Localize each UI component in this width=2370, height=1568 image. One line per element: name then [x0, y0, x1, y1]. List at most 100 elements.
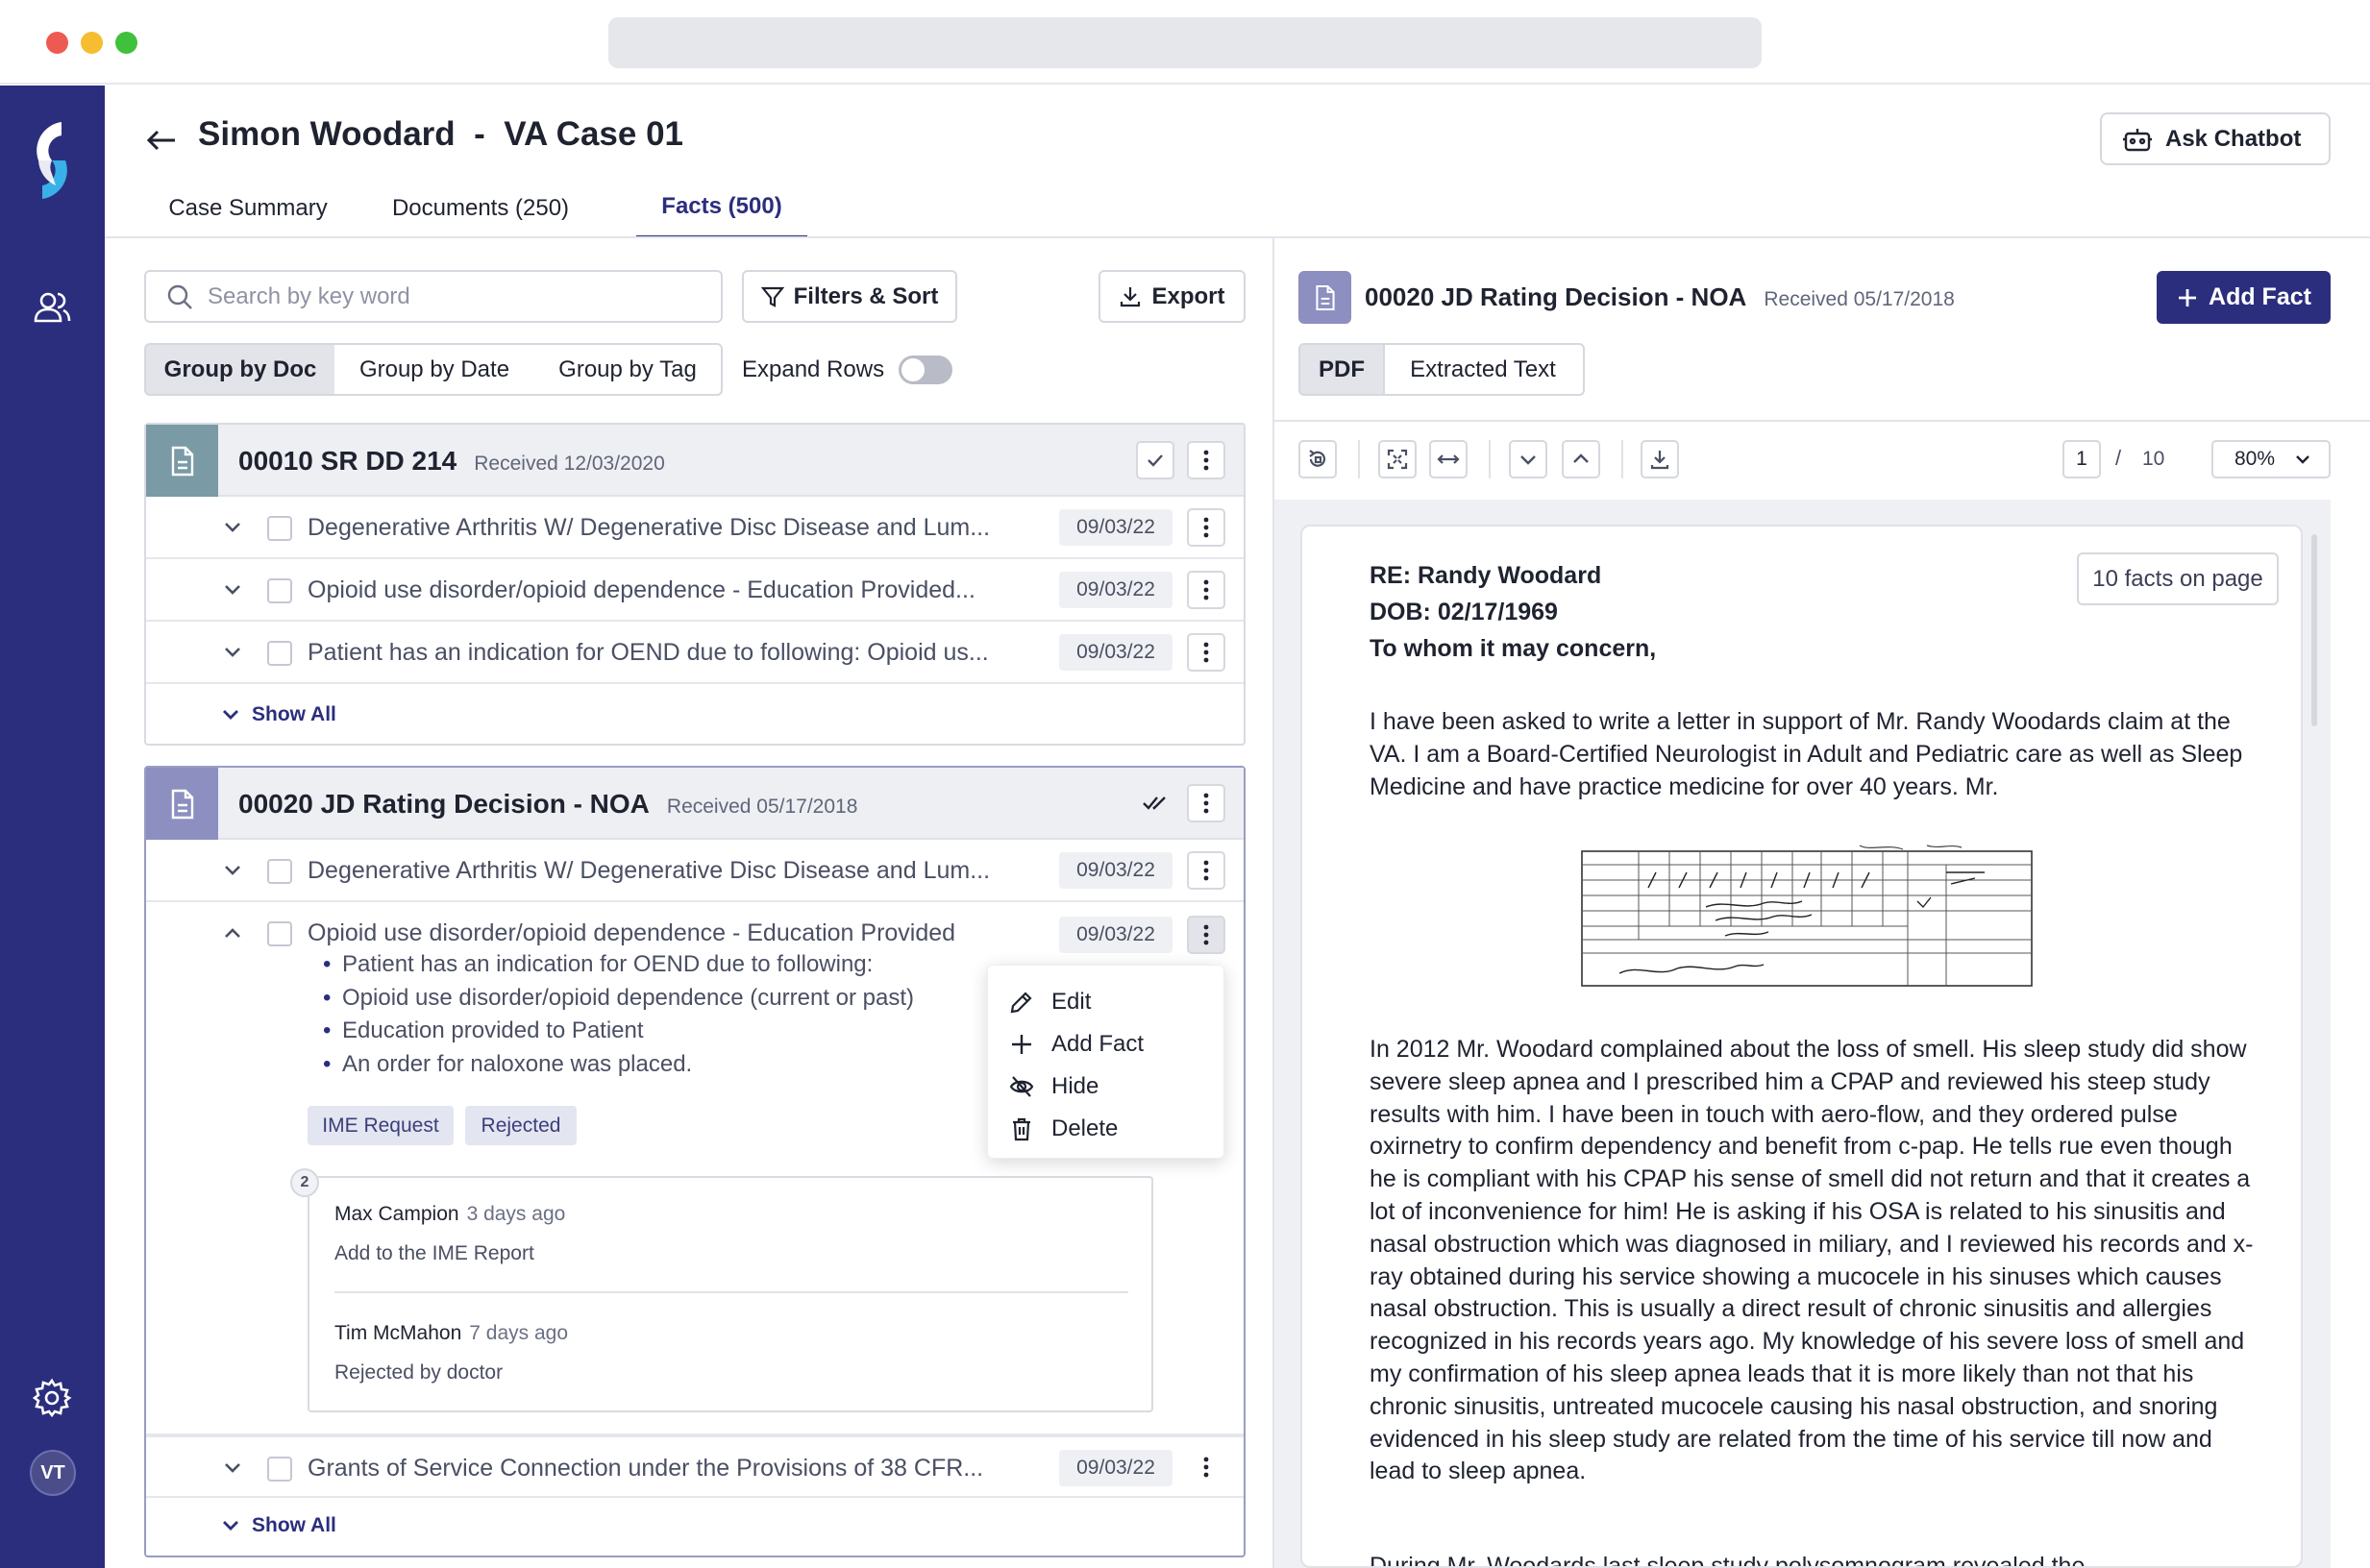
comment-author: Max Campion 3 days ago — [334, 1203, 565, 1226]
plus-icon — [2179, 288, 2197, 306]
doc-card-header[interactable]: 00010 SR DD 214 Received 12/03/2020 — [146, 425, 1244, 497]
back-arrow-icon[interactable] — [144, 123, 179, 158]
fact-row[interactable]: Degenerative Arthritis W/ Degenerative D… — [146, 840, 1244, 902]
fact-more-button[interactable] — [1187, 571, 1225, 609]
chevron-down-icon[interactable] — [221, 859, 244, 882]
robot-icon — [2123, 128, 2152, 151]
close-window-dot[interactable] — [46, 32, 68, 54]
fact-row[interactable]: Patient has an indication for OEND due t… — [146, 622, 1244, 684]
fact-detail-item: Opioid use disorder/opioid dependence (c… — [323, 982, 914, 1016]
fact-checkbox[interactable] — [267, 516, 292, 541]
comment-author-name: Tim McMahon — [334, 1322, 462, 1344]
fact-checkbox[interactable] — [267, 921, 292, 946]
chevron-down-icon[interactable] — [221, 578, 244, 601]
fact-more-button[interactable] — [1187, 851, 1225, 890]
filters-sort-button[interactable]: Filters & Sort — [742, 270, 957, 323]
doc-title-text: 00010 SR DD 214 — [238, 446, 457, 476]
fact-text: Patient has an indication for OEND due t… — [308, 639, 989, 666]
tab-extracted-text[interactable]: Extracted Text — [1383, 343, 1585, 396]
toolbar-divider — [1621, 440, 1623, 478]
user-avatar[interactable]: VT — [30, 1450, 76, 1496]
maximize-window-dot[interactable] — [115, 32, 137, 54]
menu-item-delete[interactable]: Delete — [1009, 1108, 1118, 1150]
check-icon — [1148, 454, 1163, 467]
chevron-down-icon[interactable] — [221, 1457, 244, 1480]
address-bar[interactable] — [608, 17, 1762, 68]
rotate-button[interactable] — [1298, 440, 1337, 478]
chevron-down-icon[interactable] — [221, 641, 244, 664]
show-all-link[interactable]: Show All — [221, 703, 336, 726]
page-separator: / — [2115, 446, 2122, 470]
comments-box: 2 Max Campion 3 days ago Add to the IME R… — [290, 1168, 1153, 1412]
app-logo[interactable] — [17, 116, 86, 205]
double-check-icon[interactable] — [1142, 794, 1169, 813]
chevron-up-icon — [1573, 453, 1589, 463]
fact-date: 09/03/22 — [1059, 509, 1173, 546]
download-icon — [1650, 451, 1669, 470]
ask-chatbot-button[interactable]: Ask Chatbot — [2100, 112, 2331, 165]
previous-page-button[interactable] — [1562, 440, 1600, 478]
export-button[interactable]: Export — [1099, 270, 1246, 323]
group-by-doc-button[interactable]: Group by Doc — [144, 343, 336, 396]
doc-received: Received 05/17/2018 — [666, 796, 858, 818]
menu-item-add-fact[interactable]: Add Fact — [1009, 1023, 1144, 1066]
menu-item-edit[interactable]: Edit — [1009, 981, 1091, 1023]
tag-chip[interactable]: Rejected — [465, 1106, 577, 1145]
page-number-input[interactable]: 1 — [2062, 440, 2101, 478]
next-page-button[interactable] — [1509, 440, 1547, 478]
pdf-page[interactable]: RE: Randy Woodard DOB: 02/17/1969 To who… — [1300, 525, 2303, 1568]
doc-more-button[interactable] — [1187, 784, 1225, 822]
filters-sort-label: Filters & Sort — [793, 282, 939, 309]
add-fact-button[interactable]: Add Fact — [2157, 271, 2331, 324]
doc-more-button[interactable] — [1187, 441, 1225, 479]
fact-more-button[interactable] — [1187, 633, 1225, 672]
fit-width-button[interactable] — [1429, 440, 1468, 478]
group-by-tag-button[interactable]: Group by Tag — [534, 343, 723, 396]
viewer-doc-received: Received 05/17/2018 — [1764, 288, 1955, 310]
fact-checkbox[interactable] — [267, 641, 292, 666]
tag-chip[interactable]: IME Request — [308, 1106, 454, 1145]
fact-date: 09/03/22 — [1059, 572, 1173, 608]
mark-reviewed-button[interactable] — [1136, 441, 1174, 479]
comment-count-badge: 2 — [290, 1168, 319, 1197]
letter-dob: DOB: 02/17/1969 — [1370, 599, 1558, 625]
expand-rows-toggle[interactable] — [899, 355, 952, 384]
menu-item-hide[interactable]: Hide — [1009, 1066, 1099, 1108]
chevron-up-icon[interactable] — [221, 921, 244, 944]
group-by-date-button[interactable]: Group by Date — [334, 343, 536, 396]
doc-card-header[interactable]: 00020 JD Rating Decision - NOA Received 0… — [146, 768, 1244, 840]
fact-date: 09/03/22 — [1059, 634, 1173, 671]
fact-more-button[interactable] — [1187, 916, 1225, 954]
tab-pdf[interactable]: PDF — [1298, 343, 1385, 396]
toggle-knob — [901, 358, 925, 381]
fit-page-button[interactable] — [1378, 440, 1417, 478]
tab-documents[interactable]: Documents (250) — [371, 178, 590, 238]
viewer-doc-title: 00020 JD Rating Decision - NOA Received 0… — [1365, 282, 1955, 312]
download-button[interactable] — [1641, 440, 1679, 478]
fit-width-icon — [1437, 454, 1460, 464]
show-all-link[interactable]: Show All — [221, 1514, 336, 1537]
page-total: 10 — [2142, 448, 2165, 470]
fit-page-icon — [1387, 449, 1408, 470]
settings-gear-icon[interactable] — [31, 1377, 73, 1419]
users-icon[interactable] — [31, 286, 73, 329]
comment-time: 7 days ago — [469, 1322, 568, 1344]
more-vertical-icon[interactable] — [1203, 1457, 1209, 1478]
fact-row[interactable]: Grants of Service Connection under the P… — [146, 1435, 1244, 1498]
tab-facts[interactable]: Facts (500) — [636, 178, 807, 238]
fact-checkbox[interactable] — [267, 859, 292, 884]
fact-checkbox[interactable] — [267, 578, 292, 603]
search-input[interactable]: Search by key word — [144, 270, 723, 323]
fact-row[interactable]: Degenerative Arthritis W/ Degenerative D… — [146, 497, 1244, 559]
facts-on-page-button[interactable]: 10 facts on page — [2077, 552, 2279, 605]
minimize-window-dot[interactable] — [81, 32, 103, 54]
viewer-scrollbar[interactable] — [2311, 534, 2317, 726]
fact-row[interactable]: Opioid use disorder/opioid dependence - … — [146, 559, 1244, 622]
fact-more-button[interactable] — [1187, 508, 1225, 547]
chevron-down-icon[interactable] — [221, 516, 244, 539]
tab-case-summary[interactable]: Case Summary — [144, 178, 352, 238]
fact-checkbox[interactable] — [267, 1457, 292, 1482]
zoom-select[interactable]: 80% — [2211, 440, 2331, 478]
fact-date: 09/03/22 — [1059, 917, 1173, 953]
doc-received: Received 12/03/2020 — [474, 453, 665, 475]
